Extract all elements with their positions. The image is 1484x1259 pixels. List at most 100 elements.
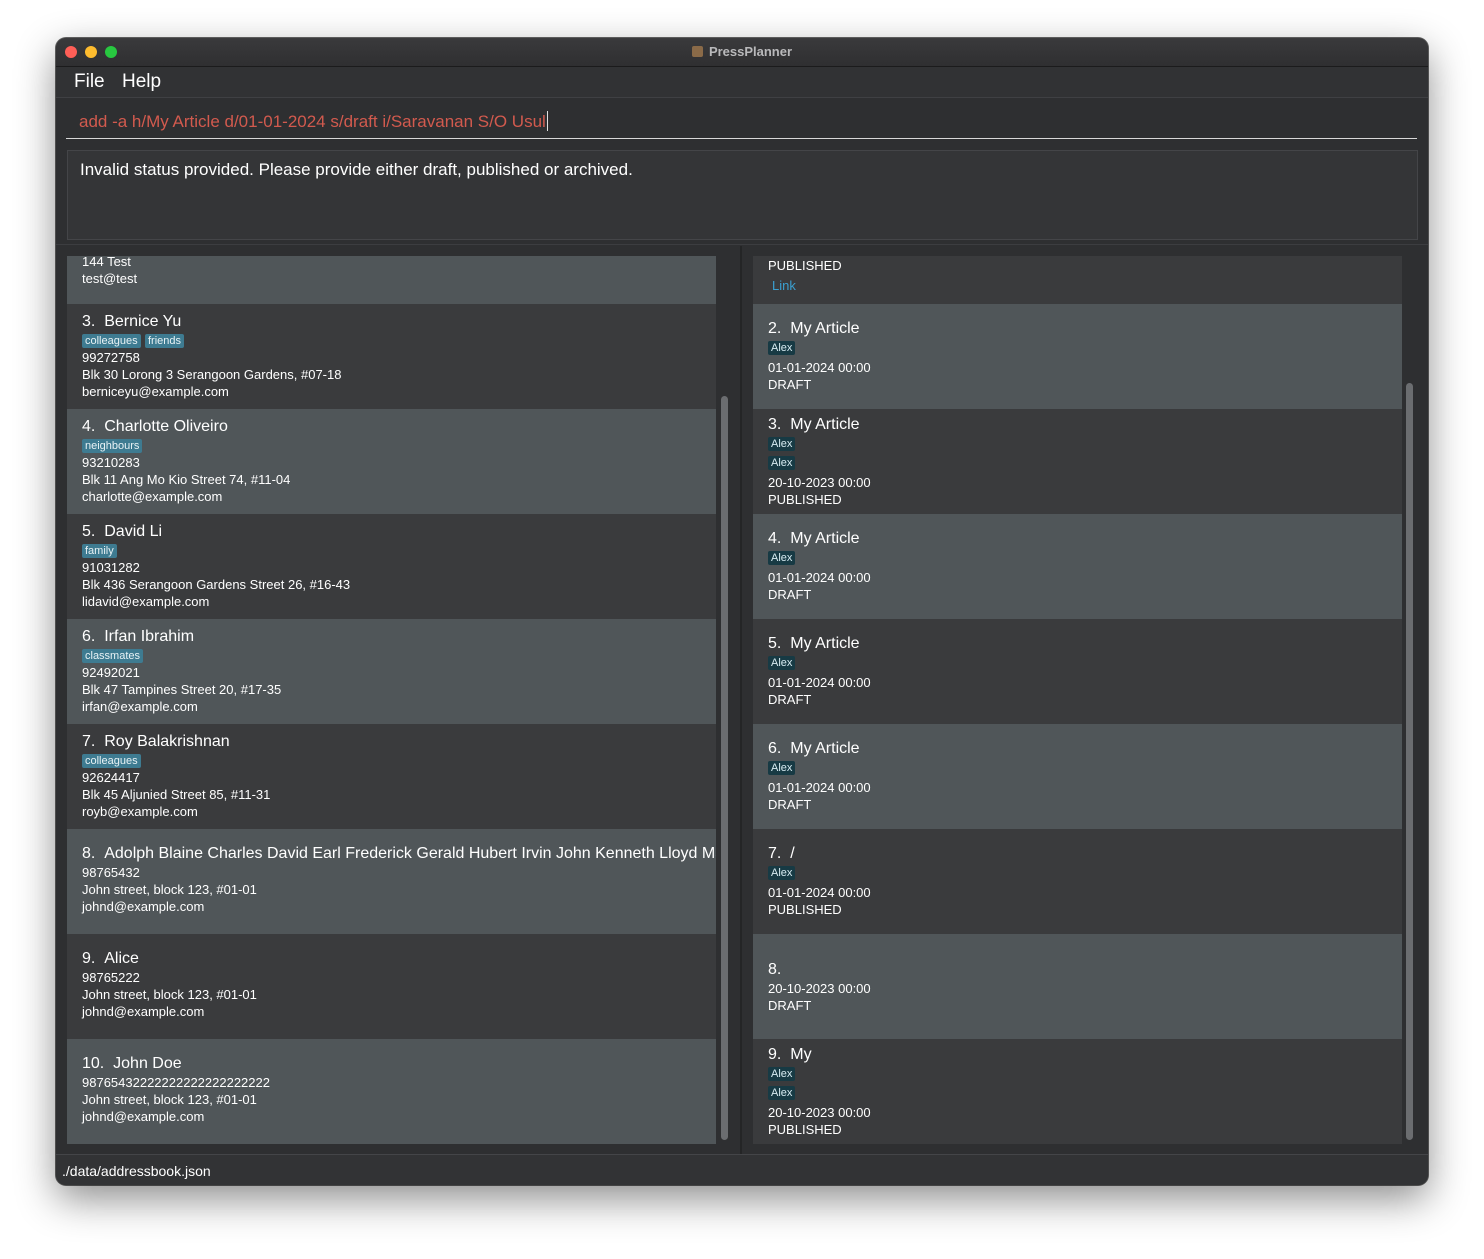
command-input[interactable]: add -a h/My Article d/01-01-2024 s/draft… [79, 112, 546, 131]
person-index: 9. [82, 950, 96, 967]
person-email: test@test [82, 271, 138, 286]
person-card[interactable]: 5. David Li family 91031282 Blk 436 Sera… [67, 514, 716, 619]
article-card[interactable]: 3. My Article Alex Alex 20-10-2023 00:00… [753, 409, 1402, 514]
person-email: royb@example.com [82, 804, 198, 819]
article-link[interactable]: Link [772, 278, 796, 293]
person-email: johnd@example.com [82, 1004, 205, 1019]
person-phone-address: 144 Test [82, 256, 131, 269]
menu-bar: File Help [56, 67, 1428, 98]
person-address: John street, block 123, #01-01 [82, 987, 257, 1002]
author-tag: Alex [768, 1067, 796, 1081]
article-index: 6. [768, 740, 782, 757]
article-title: My Article [790, 740, 860, 757]
menu-file[interactable]: File [74, 71, 105, 93]
article-index: 9. [768, 1046, 782, 1063]
article-status: PUBLISHED [768, 902, 842, 917]
person-index: 6. [82, 628, 96, 645]
app-window: PressPlanner File Help add -a h/My Artic… [56, 38, 1428, 1185]
article-card[interactable]: 5. My Article Alex 01-01-2024 00:00 DRAF… [753, 619, 1402, 724]
tag-badge: colleagues [82, 754, 141, 768]
person-index: 8. [82, 845, 96, 862]
article-list-scrollbar[interactable] [1406, 383, 1413, 1140]
person-phone: 92624417 [82, 770, 140, 785]
article-date: 20-10-2023 00:00 [768, 1105, 871, 1120]
person-email: johnd@example.com [82, 1109, 205, 1124]
app-icon [691, 46, 703, 57]
menu-help[interactable]: Help [122, 71, 161, 93]
article-status: DRAFT [768, 797, 812, 812]
person-phone: 98765222 [82, 970, 140, 985]
tag-badge: family [82, 544, 117, 558]
article-index: 5. [768, 635, 782, 652]
article-date: 01-01-2024 00:00 [768, 570, 871, 585]
author-tag: Alex [768, 437, 796, 451]
person-address: Blk 30 Lorong 3 Serangoon Gardens, #07-1… [82, 367, 342, 382]
person-card[interactable]: 9. Alice 98765222 John street, block 123… [67, 934, 716, 1039]
person-phone: 92492021 [82, 665, 140, 680]
article-status: DRAFT [768, 998, 812, 1013]
person-name: David Li [104, 523, 163, 540]
command-box[interactable]: add -a h/My Article d/01-01-2024 s/draft… [66, 106, 1417, 139]
person-list-scrollbar[interactable] [721, 396, 728, 1140]
window-title: PressPlanner [708, 44, 793, 59]
article-status: DRAFT [768, 692, 812, 707]
article-card[interactable]: 7. / Alex 01-01-2024 00:00 PUBLISHED [753, 829, 1402, 934]
person-index: 5. [82, 523, 96, 540]
person-name: Charlotte Oliveiro [104, 418, 228, 435]
article-list-panel[interactable]: PUBLISHED Link 2. My Article Alex 01-01-… [742, 246, 1428, 1154]
article-card[interactable]: 6. My Article Alex 01-01-2024 00:00 DRAF… [753, 724, 1402, 829]
person-card[interactable]: 7. Roy Balakrishnan colleagues 92624417 … [67, 724, 716, 829]
article-card[interactable]: 9. My Alex Alex 20-10-2023 00:00 PUBLISH… [753, 1039, 1402, 1144]
article-index: 2. [768, 320, 782, 337]
person-name: Alice [104, 950, 139, 967]
person-address: John street, block 123, #01-01 [82, 1092, 257, 1107]
article-status: PUBLISHED [768, 258, 842, 273]
person-card[interactable]: 8. Adolph Blaine Charles David Earl Fred… [67, 829, 716, 934]
author-tag: Alex [768, 341, 796, 355]
person-address: Blk 436 Serangoon Gardens Street 26, #16… [82, 577, 351, 592]
article-title: My Article [790, 416, 860, 433]
person-address: Blk 47 Tampines Street 20, #17-35 [82, 682, 282, 697]
author-tag: Alex [768, 1086, 796, 1100]
article-index: 8. [768, 961, 782, 978]
person-card[interactable]: 4. Charlotte Oliveiro neighbours 9321028… [67, 409, 716, 514]
person-name: Irfan Ibrahim [104, 628, 195, 645]
author-tag: Alex [768, 456, 796, 470]
person-card[interactable]: 144 Test test@test [67, 256, 716, 304]
article-card[interactable]: 8. 20-10-2023 00:00 DRAFT [753, 934, 1402, 1039]
author-tag: Alex [768, 551, 796, 565]
article-title: / [790, 845, 795, 862]
person-email: berniceyu@example.com [82, 384, 229, 399]
article-card[interactable]: PUBLISHED Link [753, 256, 1402, 304]
person-address: Blk 45 Aljunied Street 85, #11-31 [82, 787, 271, 802]
author-tag: Alex [768, 761, 796, 775]
person-name: John Doe [113, 1055, 182, 1072]
data-file-path: ./data/addressbook.json [62, 1163, 211, 1179]
article-date: 01-01-2024 00:00 [768, 360, 871, 375]
person-card[interactable]: 6. Irfan Ibrahim classmates 92492021 Blk… [67, 619, 716, 724]
article-title: My Article [790, 635, 860, 652]
person-address: Blk 11 Ang Mo Kio Street 74, #11-04 [82, 472, 291, 487]
article-status: DRAFT [768, 587, 812, 602]
article-date: 01-01-2024 00:00 [768, 885, 871, 900]
person-card[interactable]: 3. Bernice Yu colleagues friends 9927275… [67, 304, 716, 409]
person-address: John street, block 123, #01-01 [82, 882, 257, 897]
person-phone: 98765432222222222222222222 [82, 1075, 270, 1090]
article-card[interactable]: 4. My Article Alex 01-01-2024 00:00 DRAF… [753, 514, 1402, 619]
article-title: My Article [790, 530, 860, 547]
author-tag: Alex [768, 866, 796, 880]
person-list-panel[interactable]: 144 Test test@test 3. Bernice Yu colleag… [56, 246, 740, 1154]
article-status: PUBLISHED [768, 492, 842, 507]
divider [56, 244, 1428, 245]
article-date: 20-10-2023 00:00 [768, 981, 871, 996]
article-date: 01-01-2024 00:00 [768, 780, 871, 795]
person-index: 3. [82, 313, 96, 330]
result-display: Invalid status provided. Please provide … [67, 150, 1418, 240]
tag-badge: friends [145, 334, 185, 348]
article-index: 7. [768, 845, 782, 862]
person-email: irfan@example.com [82, 699, 198, 714]
person-index: 4. [82, 418, 96, 435]
tag-badge: colleagues [82, 334, 141, 348]
article-card[interactable]: 2. My Article Alex 01-01-2024 00:00 DRAF… [753, 304, 1402, 409]
person-card[interactable]: 10. John Doe 98765432222222222222222222 … [67, 1039, 716, 1144]
